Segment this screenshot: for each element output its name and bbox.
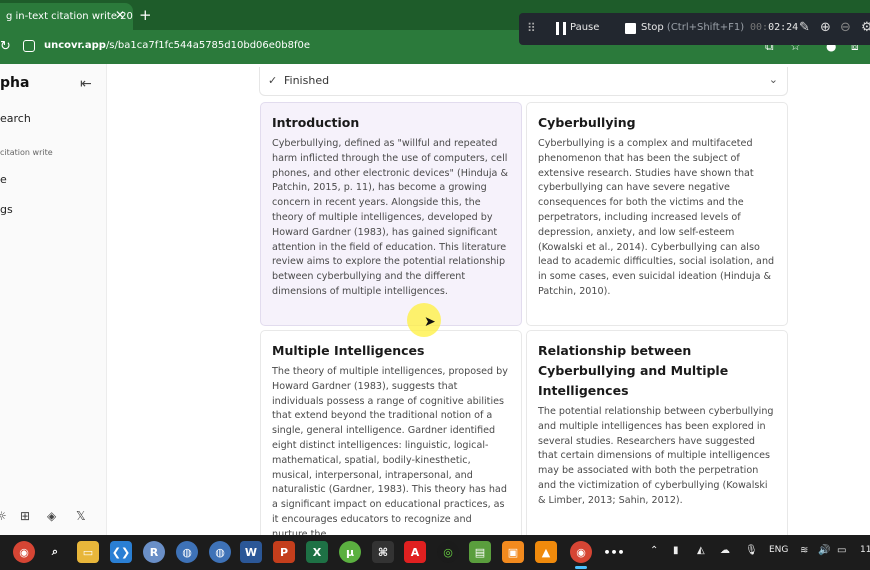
stop-button[interactable]: Stop (Ctrl+Shift+F1) [641,22,744,33]
onedrive-icon[interactable]: ☁ [720,545,730,556]
url-field[interactable]: uncovr.app/s/ba1ca7f1fc544a5785d10bd06e0… [44,40,310,51]
overflow-icon[interactable]: ••• [603,541,625,563]
stop-label: Stop [641,22,664,33]
tab-title: g in-text citation write 200 [6,11,133,22]
taskbar: ◉ ⌕ ▭ ❮❯ R ◍ ◍ W P X µ ⌘ A ◎ ▤ ▣ ▲ ◉ •••… [0,535,870,570]
card-title: Cyberbullying [538,115,636,130]
pen-icon[interactable]: ✎ [799,20,810,35]
theme-toggle-icon[interactable]: ☼ [0,509,7,523]
pdf-icon[interactable]: A [404,541,426,563]
pause-button[interactable]: Pause [570,22,599,33]
section-card-introduction[interactable]: Introduction Cyberbullying, defined as "… [260,102,522,326]
main-content: ✓ Finished ⌄ Introduction Cyberbullying,… [107,64,870,545]
word-icon[interactable]: W [240,541,262,563]
card-body: The potential relationship between cyber… [538,406,774,506]
discord-icon[interactable]: ◈ [47,509,56,523]
mouse-cursor-icon: ➤ [424,314,436,330]
app-icon-14[interactable]: ◎ [437,541,459,563]
timer-prefix: 00: [750,22,769,33]
section-card-cyberbullying[interactable]: Cyberbullying Cyberbullying is a complex… [526,102,788,326]
file-explorer-icon[interactable]: ▭ [77,541,99,563]
microphone-icon[interactable]: 🎙 [745,545,758,556]
status-collapsible[interactable]: ✓ Finished ⌄ [259,67,788,96]
screen-recorder-toolbar: ⠿ Pause Stop (Ctrl+Shift+F1) 00:02:24 ✎ … [519,13,870,45]
search-icon[interactable]: ⌕ [44,541,66,563]
vscode-icon[interactable]: ❮❯ [110,541,132,563]
status-label: Finished [284,74,330,87]
app-icon-6[interactable]: ◍ [176,541,198,563]
site-info-icon[interactable] [23,40,35,52]
sidebar-item-search[interactable]: earch [0,112,31,125]
drag-grip-icon[interactable]: ⠿ [527,21,536,35]
brand-logo: pha [0,75,30,91]
stop-icon[interactable] [625,23,636,34]
card-title: Relationship between Cyberbullying and M… [538,343,729,398]
tray-app-icon[interactable]: ▮ [673,545,679,556]
app-icon-16[interactable]: ▣ [502,541,524,563]
new-tab-button[interactable]: + [139,6,152,24]
r-app-icon[interactable]: R [143,541,165,563]
wifi-icon[interactable]: ≋ [800,545,808,556]
collapse-sidebar-icon[interactable]: ⇤ [80,76,92,92]
app-icon-12[interactable]: ⌘ [372,541,394,563]
card-body: The theory of multiple intelligences, pr… [272,366,508,540]
stop-shortcut: (Ctrl+Shift+F1) [666,22,745,33]
card-title: Introduction [272,115,360,130]
zoom-in-icon[interactable]: ⊕ [820,20,831,35]
settings-icon[interactable]: ⚙ [861,20,870,35]
powerpoint-icon[interactable]: P [273,541,295,563]
card-body: Cyberbullying, defined as "willful and r… [272,138,508,297]
sidebar-item-recent-thread[interactable]: citation write [0,148,53,157]
show-hidden-icons-icon[interactable]: ⌃ [650,545,658,556]
sidebar-item-library[interactable]: e [0,173,7,186]
language-indicator[interactable]: ENG [769,545,788,555]
chrome-icon-2[interactable]: ◉ [570,541,592,563]
sidebar-item-settings[interactable]: gs [0,203,13,216]
app-icon-15[interactable]: ▤ [469,541,491,563]
card-title: Multiple Intelligences [272,343,425,358]
chrome-icon[interactable]: ◉ [13,541,35,563]
close-tab-icon[interactable]: ✕ [115,8,125,22]
section-card-relationship[interactable]: Relationship between Cyberbullying and M… [526,330,788,545]
volume-icon[interactable]: 🔊 [818,545,830,556]
reload-icon[interactable]: ↻ [0,39,11,54]
feedback-icon[interactable]: ⊞ [20,509,30,523]
excel-icon[interactable]: X [306,541,328,563]
vlc-icon[interactable]: ▲ [535,541,557,563]
app-icon-7[interactable]: ◍ [209,541,231,563]
chevron-down-icon[interactable]: ⌄ [769,73,778,86]
timer-value: 02:24 [768,22,799,33]
sidebar: pha ⇤ earch citation write e gs ☼ ⊞ ◈ 𝕏 [0,64,107,535]
recording-timer: 00:02:24 [750,22,798,33]
check-icon: ✓ [268,74,278,87]
section-card-multiple-intelligences[interactable]: Multiple Intelligences The theory of mul… [260,330,522,545]
clock[interactable]: 11 [860,545,870,555]
x-twitter-icon[interactable]: 𝕏 [76,509,86,523]
pause-icon[interactable] [556,22,566,35]
active-indicator [575,566,587,569]
browser-tab[interactable]: g in-text citation write 200 ✕ [0,3,133,30]
tray-network-app-icon[interactable]: ◭ [697,545,705,556]
torrent-icon[interactable]: µ [339,541,361,563]
url-path: /s/ba1ca7f1fc544a5785d10bd06e0b8f0e [105,40,311,51]
zoom-out-icon[interactable]: ⊖ [840,20,851,35]
battery-icon[interactable]: ▭ [837,545,846,556]
card-body: Cyberbullying is a complex and multiface… [538,138,775,297]
url-host: uncovr.app [44,40,106,51]
